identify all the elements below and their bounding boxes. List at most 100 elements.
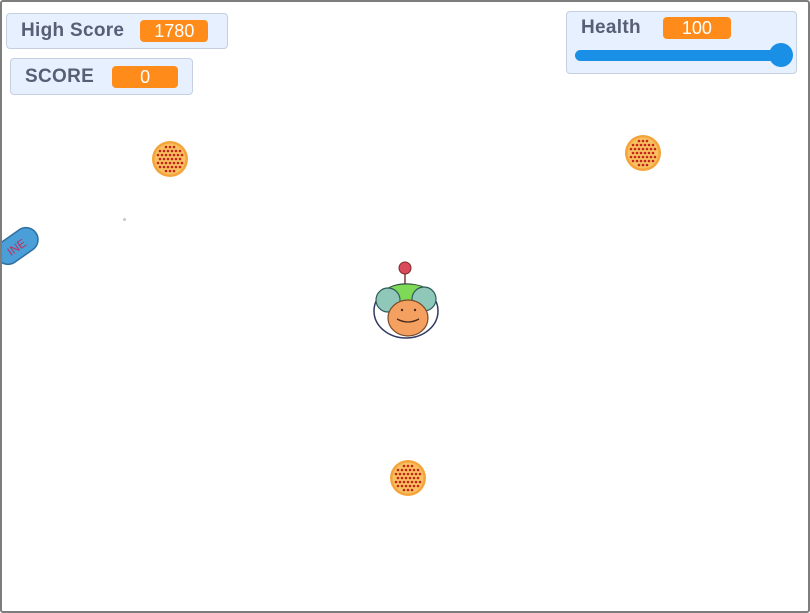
pepperoni bbox=[416, 476, 420, 480]
pepperoni bbox=[400, 468, 404, 472]
pepperoni bbox=[178, 165, 182, 169]
pepperoni bbox=[168, 161, 172, 165]
pepperoni bbox=[176, 161, 180, 165]
pizza-sprite-2 bbox=[625, 135, 661, 171]
pepperoni bbox=[637, 155, 641, 159]
score-label: SCORE bbox=[25, 65, 95, 87]
pepperoni bbox=[162, 157, 166, 161]
pepperoni bbox=[404, 468, 408, 472]
pepperoni bbox=[643, 159, 647, 163]
pepperoni bbox=[643, 143, 647, 147]
pepperoni bbox=[166, 149, 170, 153]
pepperoni bbox=[402, 480, 406, 484]
pizza-sprite-1 bbox=[152, 141, 188, 177]
pepperoni bbox=[402, 488, 406, 492]
pepperoni bbox=[158, 149, 162, 153]
pepperoni bbox=[172, 161, 176, 165]
pepperoni bbox=[170, 157, 174, 161]
pepperoni bbox=[653, 155, 657, 159]
health-slider[interactable] bbox=[575, 43, 793, 67]
pepperoni bbox=[394, 480, 398, 484]
pepperoni bbox=[651, 159, 655, 163]
pepperoni bbox=[162, 165, 166, 169]
pepperoni bbox=[631, 151, 635, 155]
pepperoni bbox=[633, 155, 637, 159]
pepperoni bbox=[635, 159, 639, 163]
pepperoni bbox=[408, 484, 412, 488]
pepperoni bbox=[641, 155, 645, 159]
pepperoni bbox=[168, 145, 172, 149]
pepperoni bbox=[396, 476, 400, 480]
pepperoni bbox=[410, 472, 414, 476]
pepperoni bbox=[412, 476, 416, 480]
pepperoni bbox=[406, 472, 410, 476]
high-score-monitor: High Score 1780 bbox=[6, 13, 228, 49]
pepperoni bbox=[394, 472, 398, 476]
health-slider-thumb[interactable] bbox=[769, 43, 793, 67]
health-label: Health bbox=[581, 17, 641, 38]
pepperoni bbox=[172, 145, 176, 149]
pepperoni bbox=[406, 488, 410, 492]
pepperoni bbox=[166, 157, 170, 161]
pepperoni bbox=[406, 480, 410, 484]
pepperoni bbox=[400, 484, 404, 488]
pepperoni bbox=[635, 143, 639, 147]
pepperoni bbox=[651, 151, 655, 155]
pepperoni bbox=[418, 480, 422, 484]
pepperoni bbox=[158, 165, 162, 169]
pepperoni bbox=[414, 480, 418, 484]
pepperoni bbox=[398, 472, 402, 476]
pepperoni bbox=[641, 147, 645, 151]
pepperoni bbox=[174, 149, 178, 153]
pepperoni bbox=[629, 147, 633, 151]
pepperoni bbox=[174, 165, 178, 169]
health-value: 100 bbox=[662, 17, 731, 39]
pepperoni bbox=[178, 157, 182, 161]
pepperoni bbox=[158, 157, 162, 161]
pepperoni bbox=[647, 151, 651, 155]
pepperoni bbox=[410, 488, 414, 492]
pepperoni bbox=[414, 472, 418, 476]
pepperoni bbox=[635, 151, 639, 155]
pepperoni bbox=[176, 153, 180, 157]
pepperoni bbox=[641, 139, 645, 143]
player-sprite bbox=[373, 261, 439, 339]
pepperoni bbox=[404, 484, 408, 488]
pepperoni bbox=[170, 165, 174, 169]
pepperoni bbox=[396, 468, 400, 472]
pepperoni bbox=[629, 155, 633, 159]
stray-dot bbox=[123, 218, 126, 221]
health-row: Health 100 bbox=[581, 17, 731, 39]
pepperoni bbox=[168, 153, 172, 157]
score-monitor: SCORE 0 bbox=[10, 58, 193, 95]
pepperoni bbox=[178, 149, 182, 153]
high-score-label: High Score bbox=[21, 20, 125, 41]
pepperoni bbox=[404, 476, 408, 480]
pepperoni bbox=[416, 484, 420, 488]
pepperoni bbox=[398, 480, 402, 484]
pepperoni bbox=[164, 169, 168, 173]
pepperoni bbox=[160, 153, 164, 157]
pepperoni bbox=[649, 147, 653, 151]
pepperoni bbox=[408, 468, 412, 472]
pepperoni bbox=[172, 169, 176, 173]
side-sprite: INE bbox=[2, 226, 39, 266]
game-stage[interactable]: High Score 1780 SCORE 0 Health 100 INE bbox=[0, 0, 810, 613]
pizza-sprite-3 bbox=[390, 460, 426, 496]
pepperoni bbox=[412, 468, 416, 472]
pepperoni bbox=[156, 161, 160, 165]
pepperoni bbox=[410, 464, 414, 468]
pepperoni bbox=[164, 145, 168, 149]
pepperoni bbox=[180, 153, 184, 157]
pepperoni bbox=[400, 476, 404, 480]
pepperoni bbox=[645, 147, 649, 151]
pepperoni bbox=[410, 480, 414, 484]
score-value: 0 bbox=[112, 65, 179, 88]
pepperoni bbox=[653, 147, 657, 151]
pepperoni bbox=[637, 147, 641, 151]
pepperoni bbox=[645, 155, 649, 159]
pepperoni bbox=[645, 163, 649, 167]
pepperoni bbox=[418, 472, 422, 476]
pepperoni bbox=[164, 153, 168, 157]
high-score-value: 1780 bbox=[140, 20, 209, 42]
